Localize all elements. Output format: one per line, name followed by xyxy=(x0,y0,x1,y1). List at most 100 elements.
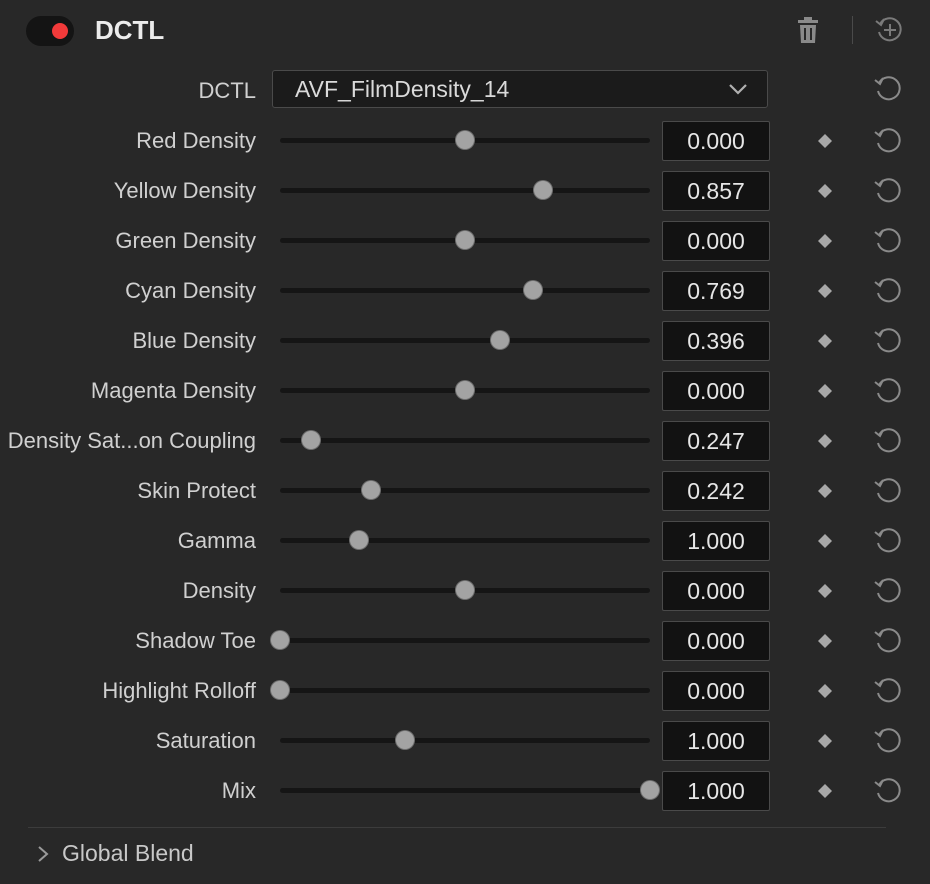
keyframe-diamond-icon[interactable] xyxy=(818,534,832,548)
param-row-saturation: Saturation 1.000 xyxy=(0,716,930,766)
section-divider xyxy=(28,827,886,828)
slider-handle[interactable] xyxy=(271,631,289,649)
dctl-select[interactable]: AVF_FilmDensity_14 xyxy=(272,70,768,108)
param-label: Magenta Density xyxy=(90,378,256,403)
param-slider[interactable] xyxy=(280,281,650,299)
param-slider[interactable] xyxy=(280,181,650,199)
chevron-down-icon xyxy=(729,84,747,95)
reset-icon[interactable] xyxy=(873,476,903,506)
slider-handle[interactable] xyxy=(641,781,659,799)
slider-handle[interactable] xyxy=(533,181,552,199)
param-slider[interactable] xyxy=(280,131,650,149)
slider-handle[interactable] xyxy=(456,231,474,249)
param-value-field[interactable]: 1.000 xyxy=(662,771,770,811)
add-node-icon[interactable] xyxy=(874,15,904,45)
param-label: Red Density xyxy=(136,128,256,153)
param-slider[interactable] xyxy=(280,731,650,749)
param-label: Density Sat...on Coupling xyxy=(7,428,256,453)
keyframe-diamond-icon[interactable] xyxy=(818,684,832,698)
enable-toggle[interactable] xyxy=(26,16,74,46)
param-slider[interactable] xyxy=(271,631,650,649)
slider-handle[interactable] xyxy=(524,281,543,299)
param-value-field[interactable]: 0.000 xyxy=(662,621,770,661)
param-slider[interactable] xyxy=(280,481,650,499)
keyframe-diamond-icon[interactable] xyxy=(818,284,832,298)
param-slider[interactable] xyxy=(280,781,659,799)
param-row-shadow-toe: Shadow Toe 0.000 xyxy=(0,616,930,666)
reset-icon[interactable] xyxy=(873,226,903,256)
slider-handle[interactable] xyxy=(271,681,289,699)
reset-icon[interactable] xyxy=(873,126,903,156)
param-value-field[interactable]: 0.000 xyxy=(662,221,770,261)
keyframe-diamond-icon[interactable] xyxy=(818,434,832,448)
param-label: Cyan Density xyxy=(125,278,256,303)
param-row-magenta-density: Magenta Density 0.000 xyxy=(0,366,930,416)
toggle-indicator xyxy=(52,23,68,39)
param-value-field[interactable]: 0.000 xyxy=(662,371,770,411)
keyframe-diamond-icon[interactable] xyxy=(818,634,832,648)
reset-icon[interactable] xyxy=(873,676,903,706)
param-row-green-density: Green Density 0.000 xyxy=(0,216,930,266)
param-row-density-sat-on-coupling: Density Sat...on Coupling 0.247 xyxy=(0,416,930,466)
slider-handle[interactable] xyxy=(456,131,474,149)
param-label: Density xyxy=(182,578,256,603)
param-row-gamma: Gamma 1.000 xyxy=(0,516,930,566)
slider-handle[interactable] xyxy=(349,531,368,549)
reset-icon[interactable] xyxy=(873,726,903,756)
keyframe-diamond-icon[interactable] xyxy=(818,184,832,198)
param-row-highlight-rolloff: Highlight Rolloff 0.000 xyxy=(0,666,930,716)
keyframe-diamond-icon[interactable] xyxy=(818,234,832,248)
slider-handle[interactable] xyxy=(361,481,380,499)
reset-icon[interactable] xyxy=(873,576,903,606)
reset-icon[interactable] xyxy=(873,426,903,456)
keyframe-diamond-icon[interactable] xyxy=(818,784,832,798)
dctl-label: DCTL xyxy=(198,78,256,103)
param-value-field[interactable]: 0.000 xyxy=(662,671,770,711)
param-slider[interactable] xyxy=(280,531,650,549)
param-value-field[interactable]: 0.000 xyxy=(662,571,770,611)
trash-icon[interactable] xyxy=(796,16,820,44)
reset-icon[interactable] xyxy=(873,626,903,656)
param-label: Highlight Rolloff xyxy=(102,678,256,703)
global-blend-label[interactable]: Global Blend xyxy=(62,836,194,870)
keyframe-diamond-icon[interactable] xyxy=(818,584,832,598)
param-row-blue-density: Blue Density 0.396 xyxy=(0,316,930,366)
reset-icon[interactable] xyxy=(873,176,903,206)
keyframe-diamond-icon[interactable] xyxy=(818,484,832,498)
reset-icon[interactable] xyxy=(873,526,903,556)
param-value-field[interactable]: 1.000 xyxy=(662,721,770,761)
param-slider[interactable] xyxy=(280,231,650,249)
param-slider[interactable] xyxy=(280,431,650,449)
param-label: Yellow Density xyxy=(113,178,256,203)
chevron-right-icon[interactable] xyxy=(36,844,50,864)
param-slider[interactable] xyxy=(280,381,650,399)
slider-handle[interactable] xyxy=(456,581,474,599)
param-slider[interactable] xyxy=(271,681,650,699)
param-value-field[interactable]: 0.769 xyxy=(662,271,770,311)
reset-icon[interactable] xyxy=(873,776,903,806)
param-row-red-density: Red Density 0.000 xyxy=(0,116,930,166)
keyframe-diamond-icon[interactable] xyxy=(818,384,832,398)
param-value-field[interactable]: 0.247 xyxy=(662,421,770,461)
keyframe-diamond-icon[interactable] xyxy=(818,334,832,348)
param-row-mix: Mix 1.000 xyxy=(0,766,930,816)
param-label: Mix xyxy=(221,778,256,803)
param-slider[interactable] xyxy=(280,331,650,349)
param-slider[interactable] xyxy=(280,581,650,599)
param-value-field[interactable]: 0.242 xyxy=(662,471,770,511)
param-value-field[interactable]: 1.000 xyxy=(662,521,770,561)
param-value-field[interactable]: 0.396 xyxy=(662,321,770,361)
param-label: Gamma xyxy=(177,528,256,553)
slider-handle[interactable] xyxy=(491,331,510,349)
reset-icon[interactable] xyxy=(873,276,903,306)
keyframe-diamond-icon[interactable] xyxy=(818,134,832,148)
keyframe-diamond-icon[interactable] xyxy=(818,734,832,748)
reset-icon[interactable] xyxy=(873,376,903,406)
param-value-field[interactable]: 0.000 xyxy=(662,121,770,161)
param-value-field[interactable]: 0.857 xyxy=(662,171,770,211)
reset-dctl-icon[interactable] xyxy=(873,74,903,104)
reset-icon[interactable] xyxy=(873,326,903,356)
slider-handle[interactable] xyxy=(301,431,320,449)
slider-handle[interactable] xyxy=(456,381,474,399)
slider-handle[interactable] xyxy=(396,731,415,749)
